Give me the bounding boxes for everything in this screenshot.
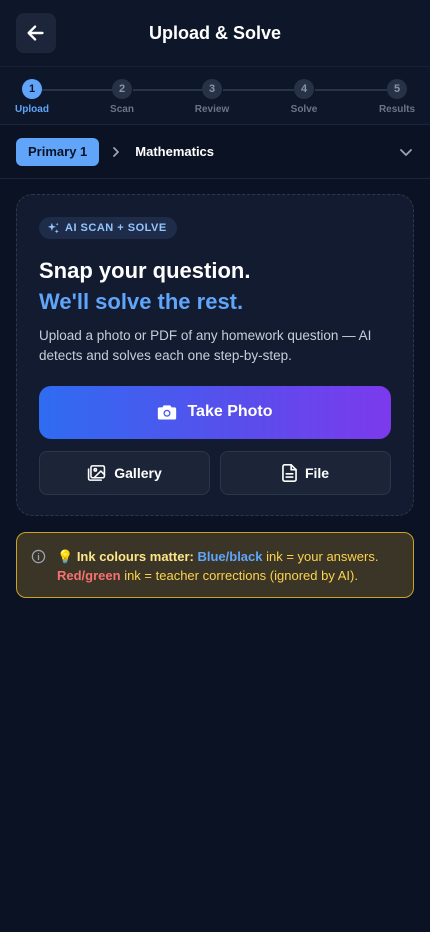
- image-gallery-icon: [88, 464, 106, 481]
- subject-selector-bar[interactable]: Primary 1 Mathematics: [0, 125, 430, 179]
- take-photo-label: Take Photo: [187, 403, 273, 420]
- card-description: Upload a photo or PDF of any homework qu…: [39, 327, 372, 363]
- page-title: Upload & Solve: [148, 22, 282, 43]
- blue-ink-text: ink = your answers.: [262, 549, 379, 564]
- step-label: Results: [378, 104, 416, 115]
- gallery-label: Gallery: [114, 464, 162, 481]
- headline: Snap your question.: [39, 257, 251, 283]
- info-icon: [31, 549, 49, 597]
- subject-name: Mathematics: [135, 144, 215, 159]
- upload-solve-screen: Upload & Solve 1 Upload 2 Scan 3 Review …: [0, 0, 430, 932]
- step-review: 3 Review: [182, 79, 242, 115]
- file-label: File: [304, 464, 330, 481]
- step-number: 2: [112, 79, 132, 99]
- headline-accent: We'll solve the rest.: [39, 288, 244, 314]
- take-photo-button[interactable]: Take Photo: [39, 385, 391, 439]
- progress-stepper: 1 Upload 2 Scan 3 Review 4 Solve 5 Resul…: [0, 66, 430, 125]
- step-label: Solve: [290, 104, 318, 115]
- camera-icon: [158, 405, 177, 420]
- upload-card: AI SCAN + SOLVE Snap your question. We'l…: [16, 194, 414, 516]
- step-number: 4: [294, 79, 314, 99]
- step-solve: 4 Solve: [274, 79, 334, 115]
- secondary-actions: Gallery File: [39, 450, 391, 495]
- step-number: 5: [387, 79, 407, 99]
- step-label: Upload: [15, 104, 49, 115]
- notice-text: 💡 Ink colours matter: Blue/black ink = y…: [57, 547, 397, 597]
- ink-colour-notice: 💡 Ink colours matter: Blue/black ink = y…: [16, 532, 414, 598]
- step-upload: 1 Upload: [2, 79, 62, 115]
- step-label: Review: [194, 104, 230, 115]
- step-scan: 2 Scan: [92, 79, 152, 115]
- back-button[interactable]: [16, 13, 56, 53]
- step-label: Scan: [110, 104, 134, 115]
- chevron-down-icon[interactable]: [398, 144, 414, 160]
- arrow-left-icon: [27, 25, 44, 41]
- red-ink-label: Red/green: [57, 568, 121, 583]
- lightbulb-icon: 💡: [57, 549, 74, 564]
- app-header: Upload & Solve: [0, 0, 430, 66]
- sparkles-icon: [47, 222, 59, 233]
- badge-label: AI SCAN + SOLVE: [65, 222, 167, 234]
- red-ink-text: ink = teacher corrections (ignored by AI…: [120, 568, 358, 583]
- file-button[interactable]: File: [220, 450, 391, 495]
- ai-badge: AI SCAN + SOLVE: [39, 217, 177, 239]
- chevron-right-icon: [111, 146, 121, 158]
- blue-ink-label: Blue/black: [197, 549, 263, 564]
- step-number: 3: [202, 79, 222, 99]
- level-pill[interactable]: Primary 1: [16, 137, 100, 166]
- step-number: 1: [22, 79, 42, 99]
- step-results: 5 Results: [367, 79, 427, 115]
- gallery-button[interactable]: Gallery: [39, 450, 210, 495]
- file-icon: [282, 463, 297, 482]
- notice-title: Ink colours matter:: [76, 549, 194, 564]
